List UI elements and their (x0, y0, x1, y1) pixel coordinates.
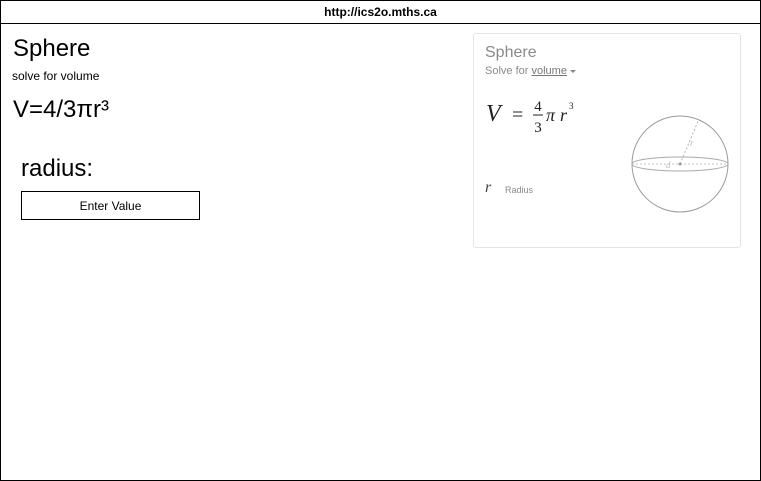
solve-for-prefix: Solve for (485, 65, 529, 77)
sphere-radius-label: r (690, 138, 694, 148)
formula-lhs: V (486, 101, 503, 127)
variable-description: Radius (505, 185, 534, 195)
page-subtitle: solve for volume (12, 69, 100, 83)
formula-pi: π (546, 105, 556, 125)
card-formula: V = 4 3 π r 3 (486, 99, 574, 136)
formula-var: r (560, 105, 568, 125)
formula-equals: = (512, 104, 523, 126)
variable-symbol: r (485, 179, 492, 196)
volume-formula: V=4/3πr³ (13, 96, 109, 123)
page-title: Sphere (13, 35, 91, 62)
radius-input[interactable] (21, 191, 200, 220)
address-bar[interactable]: http://ics2o.mths.ca (1, 1, 760, 24)
reference-card: Sphere Solve for volume V = 4 3 π r 3 r … (473, 33, 741, 248)
page-content: Sphere solve for volume V=4/3πr³ radius:… (1, 24, 760, 480)
formula-exponent: 3 (569, 101, 574, 111)
sphere-diameter-label: d (666, 160, 671, 170)
sphere-diagram-icon: r d (631, 115, 729, 213)
formula-denominator: 3 (534, 120, 542, 136)
solve-for-dropdown[interactable]: volume (531, 65, 566, 77)
chevron-down-icon (569, 69, 576, 73)
solve-for-selector[interactable]: Solve for volume (485, 65, 576, 77)
browser-window: http://ics2o.mths.ca Sphere solve for vo… (0, 0, 761, 481)
radius-label: radius: (21, 155, 94, 182)
card-title: Sphere (485, 44, 537, 61)
formula-numerator: 4 (534, 99, 542, 115)
